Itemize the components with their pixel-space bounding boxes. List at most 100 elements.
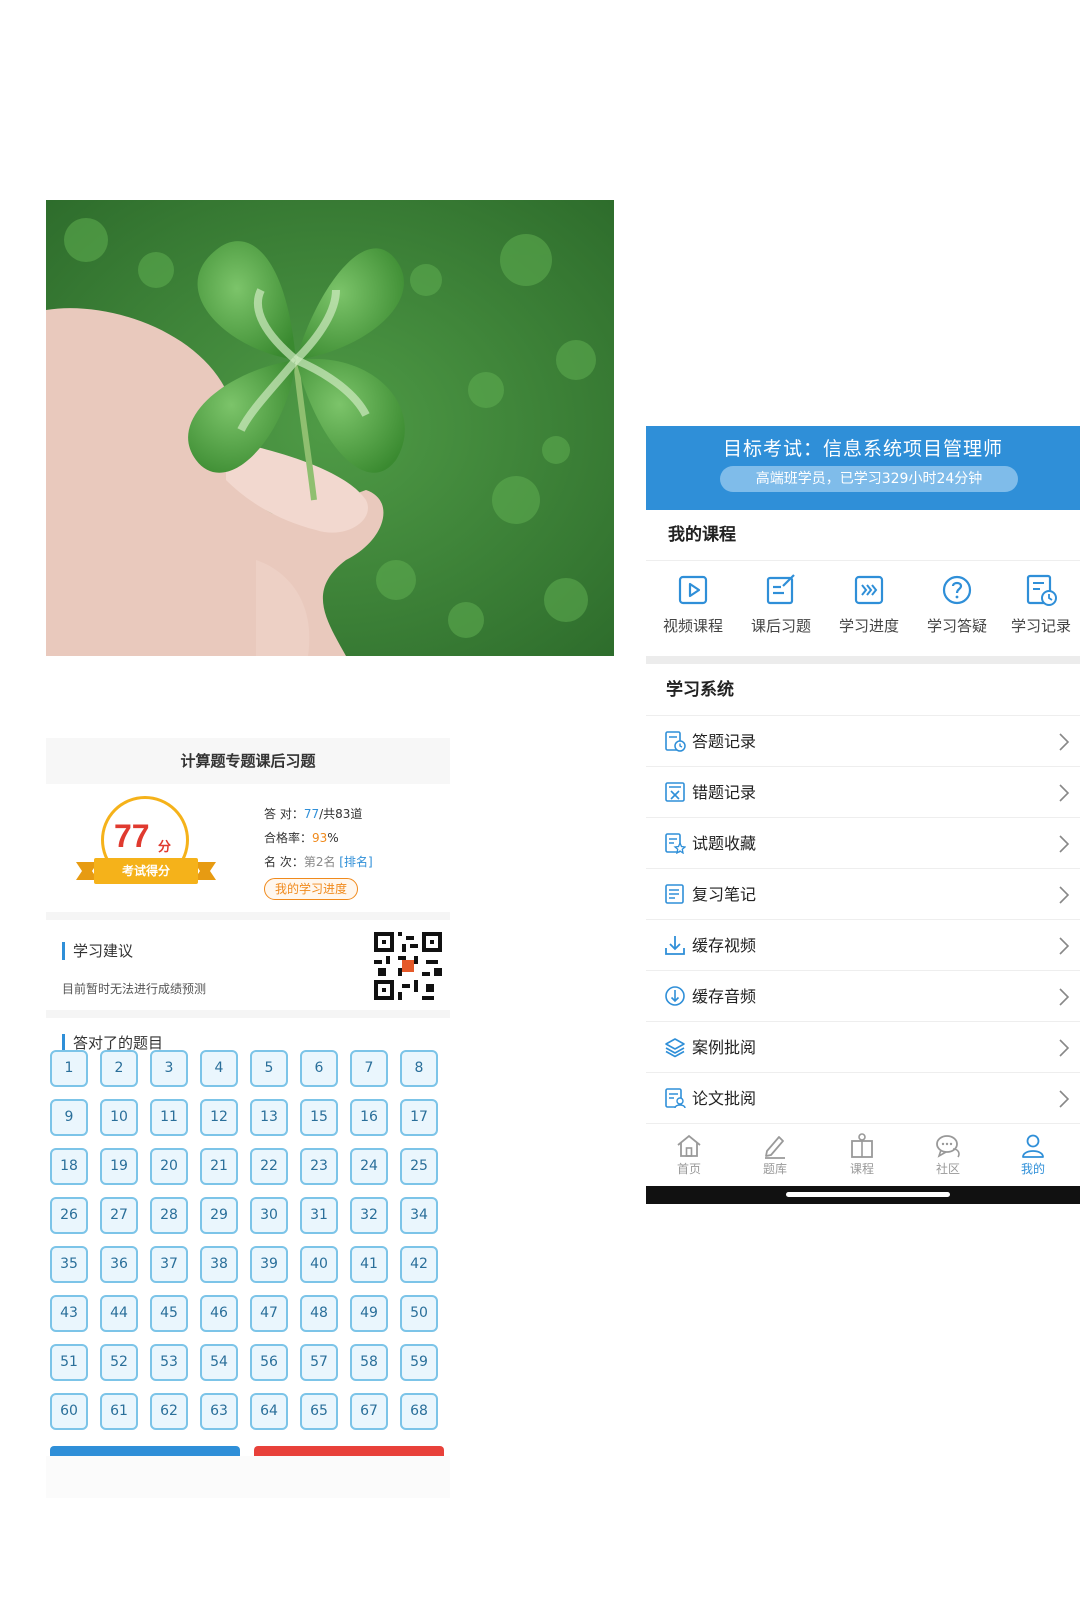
question-number-button[interactable]: 15	[300, 1099, 338, 1136]
question-number-button[interactable]: 43	[50, 1295, 88, 1332]
tab-community[interactable]: 社区	[913, 1132, 983, 1177]
question-number-button[interactable]: 26	[50, 1197, 88, 1234]
question-number-button[interactable]: 56	[250, 1344, 288, 1381]
blue-action-button[interactable]	[50, 1446, 240, 1456]
question-number-button[interactable]: 59	[400, 1344, 438, 1381]
question-number-button[interactable]: 17	[400, 1099, 438, 1136]
question-number-button[interactable]: 41	[350, 1246, 388, 1283]
menu-item-wrong-record[interactable]: 错题记录	[646, 767, 1080, 818]
question-number-button[interactable]: 45	[150, 1295, 188, 1332]
menu-item-case-review[interactable]: 案例批阅	[646, 1022, 1080, 1073]
menu-item-paper-review[interactable]: 论文批阅	[646, 1073, 1080, 1124]
question-number-button[interactable]: 31	[300, 1197, 338, 1234]
question-number-button[interactable]: 18	[50, 1148, 88, 1185]
question-number-button[interactable]: 37	[150, 1246, 188, 1283]
menu-item-review-notes[interactable]: 复习笔记	[646, 869, 1080, 920]
course-item-records[interactable]: 学习记录	[998, 573, 1080, 636]
question-number-button[interactable]: 20	[150, 1148, 188, 1185]
question-number-button[interactable]: 54	[200, 1344, 238, 1381]
pass-rate-line: 合格率：93%	[264, 831, 339, 845]
menu-item-cache-video[interactable]: 缓存视频	[646, 920, 1080, 971]
question-number-button[interactable]: 34	[400, 1197, 438, 1234]
question-number-button[interactable]: 38	[200, 1246, 238, 1283]
home-indicator[interactable]	[786, 1192, 950, 1197]
menu-item-favorite-questions[interactable]: 试题收藏	[646, 818, 1080, 869]
exercise-edit-icon	[766, 574, 795, 605]
question-number-button[interactable]: 19	[100, 1148, 138, 1185]
question-number-button[interactable]: 68	[400, 1393, 438, 1430]
question-number-button[interactable]: 9	[50, 1099, 88, 1136]
question-number-button[interactable]: 49	[350, 1295, 388, 1332]
question-number-button[interactable]: 47	[250, 1295, 288, 1332]
my-progress-button[interactable]: 我的学习进度	[264, 878, 359, 900]
question-number-button[interactable]: 27	[100, 1197, 138, 1234]
tab-question-bank[interactable]: 题库	[740, 1132, 810, 1177]
red-action-button[interactable]	[254, 1446, 444, 1456]
course-item-qa[interactable]: 学习答疑	[914, 573, 1000, 636]
wrong-record-icon	[665, 782, 685, 802]
question-number-button[interactable]: 16	[350, 1099, 388, 1136]
question-number-button[interactable]: 63	[200, 1393, 238, 1430]
question-number-button[interactable]: 35	[50, 1246, 88, 1283]
tab-courses[interactable]: 课程	[827, 1132, 897, 1177]
question-number-button[interactable]: 3	[150, 1050, 188, 1087]
question-number-button[interactable]: 23	[300, 1148, 338, 1185]
question-number-button[interactable]: 48	[300, 1295, 338, 1332]
user-icon	[1022, 1134, 1044, 1158]
question-number-button[interactable]: 21	[200, 1148, 238, 1185]
question-number-button[interactable]: 5	[250, 1050, 288, 1087]
course-item-exercises[interactable]: 课后习题	[738, 573, 824, 636]
question-number-button[interactable]: 1	[50, 1050, 88, 1087]
question-number-button[interactable]: 64	[250, 1393, 288, 1430]
question-number-button[interactable]: 65	[300, 1393, 338, 1430]
question-number-button[interactable]: 22	[250, 1148, 288, 1185]
tab-mine[interactable]: 我的	[998, 1132, 1068, 1177]
question-number-button[interactable]: 28	[150, 1197, 188, 1234]
exam-title: 计算题专题课后习题	[46, 738, 450, 784]
question-number-button[interactable]: 39	[250, 1246, 288, 1283]
score-caption: 考试得分	[121, 864, 170, 878]
rank-link[interactable]: [排名]	[339, 855, 372, 869]
chevron-right-icon	[1059, 937, 1070, 955]
question-number-button[interactable]: 67	[350, 1393, 388, 1430]
chevron-right-icon	[1059, 733, 1070, 751]
course-item-progress[interactable]: 学习进度	[826, 573, 912, 636]
my-page-panel: 目标考试：信息系统项目管理师 高端班学员，已学习329小时24分钟 我的课程 视…	[646, 426, 1080, 1204]
question-number-button[interactable]: 58	[350, 1344, 388, 1381]
question-number-button[interactable]: 53	[150, 1344, 188, 1381]
question-number-button[interactable]: 52	[100, 1344, 138, 1381]
question-number-button[interactable]: 8	[400, 1050, 438, 1087]
question-number-button[interactable]: 57	[300, 1344, 338, 1381]
question-number-button[interactable]: 4	[200, 1050, 238, 1087]
chat-icon	[936, 1135, 960, 1158]
tab-home[interactable]: 首页	[654, 1132, 724, 1177]
question-number-button[interactable]: 40	[300, 1246, 338, 1283]
question-number-button[interactable]: 25	[400, 1148, 438, 1185]
question-number-button[interactable]: 24	[350, 1148, 388, 1185]
question-number-button[interactable]: 11	[150, 1099, 188, 1136]
question-number-button[interactable]: 50	[400, 1295, 438, 1332]
question-number-button[interactable]: 12	[200, 1099, 238, 1136]
question-number-button[interactable]: 46	[200, 1295, 238, 1332]
chevron-right-icon	[1059, 1039, 1070, 1057]
question-number-button[interactable]: 51	[50, 1344, 88, 1381]
question-number-button[interactable]: 6	[300, 1050, 338, 1087]
question-number-button[interactable]: 13	[250, 1099, 288, 1136]
course-item-video[interactable]: 视频课程	[650, 573, 736, 636]
question-number-button[interactable]: 7	[350, 1050, 388, 1087]
menu-item-answer-record[interactable]: 答题记录	[646, 716, 1080, 767]
question-number-button[interactable]: 10	[100, 1099, 138, 1136]
question-number-button[interactable]: 30	[250, 1197, 288, 1234]
question-number-button[interactable]: 36	[100, 1246, 138, 1283]
advice-text: 目前暂时无法进行成绩预测	[62, 982, 207, 996]
question-number-button[interactable]: 62	[150, 1393, 188, 1430]
question-number-button[interactable]: 32	[350, 1197, 388, 1234]
question-number-button[interactable]: 29	[200, 1197, 238, 1234]
question-number-button[interactable]: 60	[50, 1393, 88, 1430]
correct-count-line: 答 对：77/共83道	[264, 807, 363, 821]
question-number-button[interactable]: 44	[100, 1295, 138, 1332]
menu-item-cache-audio[interactable]: 缓存音频	[646, 971, 1080, 1022]
question-number-button[interactable]: 61	[100, 1393, 138, 1430]
question-number-button[interactable]: 2	[100, 1050, 138, 1087]
question-number-button[interactable]: 42	[400, 1246, 438, 1283]
